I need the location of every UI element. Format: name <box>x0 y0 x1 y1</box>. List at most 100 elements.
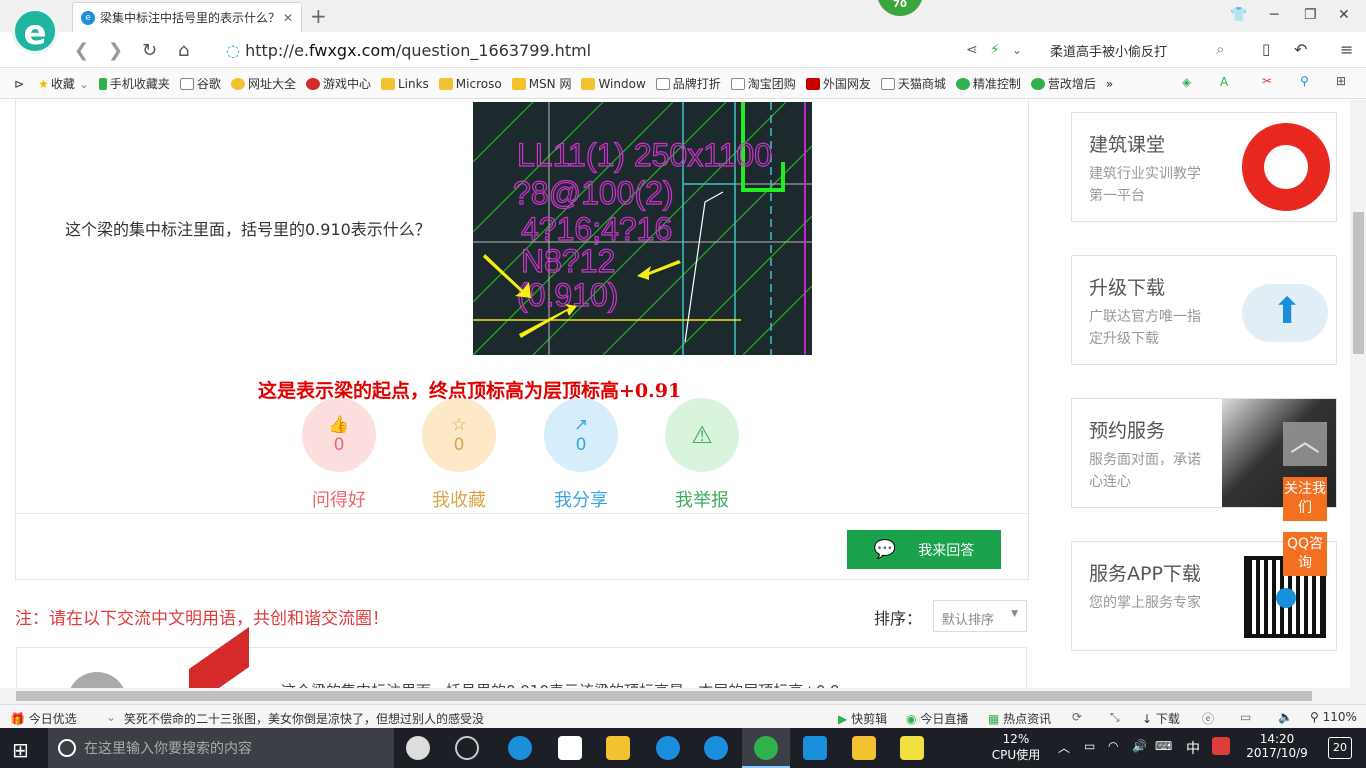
cpu-label: CPU使用 <box>991 748 1041 762</box>
bookmark-item[interactable]: 外国网友 <box>805 75 871 92</box>
bookmark-item[interactable]: ★ 收藏 ⌄ <box>38 75 89 92</box>
edge-icon[interactable] <box>508 736 532 760</box>
bookmark-item[interactable]: Links <box>380 77 429 91</box>
home-button[interactable]: ⌂ <box>178 40 189 61</box>
windows-start-icon[interactable]: ⊞ <box>12 738 29 762</box>
chevron-down-icon[interactable]: ⌄ <box>1012 43 1022 57</box>
task-view-icon[interactable] <box>406 736 430 760</box>
sidebar-toggle-icon[interactable]: ⊳ <box>14 77 24 91</box>
bookmark-item[interactable]: 淘宝团购 <box>730 75 796 92</box>
scroll-thumb[interactable] <box>1353 212 1364 354</box>
close-tab-icon[interactable]: ✕ <box>283 11 293 25</box>
cad-text-line2: ?8@100(2) <box>513 175 674 211</box>
translate-icon[interactable]: A <box>1220 75 1228 89</box>
speed-icon[interactable]: ⟳ <box>1072 710 1082 724</box>
bookmark-item[interactable]: 天猫商城 <box>880 75 946 92</box>
bookmark-item[interactable]: Microso <box>438 77 502 91</box>
active-browser-taskbar-item[interactable] <box>742 728 790 768</box>
volume-icon[interactable]: 🔊 <box>1132 739 1147 753</box>
vertical-scrollbar[interactable] <box>1350 100 1366 688</box>
phone-icon[interactable]: ▯ <box>1262 40 1270 58</box>
lightning-icon[interactable]: ⚡ <box>990 42 1000 58</box>
shirt-icon[interactable]: 👕 <box>1230 7 1247 23</box>
cpu-usage[interactable]: 12% CPU使用 <box>990 732 1042 763</box>
browser-tab[interactable]: e 梁集中标注中括号里的表示什么？ ✕ <box>72 2 302 32</box>
sidebar-card-download[interactable]: 升级下载 广联达官方唯一指定升级下载 ⬆ <box>1071 255 1337 365</box>
new-tab-button[interactable]: + <box>310 4 327 28</box>
scissors-icon[interactable]: ✂ <box>1262 74 1272 88</box>
horizontal-scrollbar[interactable] <box>0 688 1366 704</box>
sort-select[interactable]: 默认排序 ▼ <box>933 600 1027 632</box>
share-icon[interactable]: ⋖ <box>966 42 978 58</box>
browser-g-icon[interactable] <box>704 736 728 760</box>
battery-icon[interactable]: ▭ <box>1084 739 1095 753</box>
downloads[interactable]: ↓ 下载 <box>1142 710 1180 727</box>
avatar[interactable] <box>67 672 127 688</box>
zoom-level[interactable]: ⚲ 110% <box>1310 710 1357 724</box>
bookmark-item[interactable]: 品牌打折 <box>655 75 721 92</box>
bookmark-item[interactable]: MSN 网 <box>511 75 571 92</box>
apps-icon[interactable]: ⊞ <box>1336 74 1346 88</box>
menu-icon[interactable]: ≡ <box>1340 40 1353 59</box>
sidebar-card-classroom[interactable]: 建筑课堂 建筑行业实训教学第一平台 <box>1071 112 1337 222</box>
today-picks[interactable]: 🎁 今日优选 <box>10 710 77 727</box>
cad-drawing-image[interactable]: LL11(1) 250x1100 ?8@100(2) 4?16;4?16 N8?… <box>473 102 812 355</box>
ime-indicator[interactable]: 中 <box>1186 738 1200 758</box>
cortana-search[interactable]: 在这里输入你要搜索的内容 🎤 <box>48 728 429 768</box>
back-button[interactable]: ❮ <box>74 40 89 61</box>
notification-badge[interactable]: 70 <box>877 0 923 16</box>
warning-badge: ⚠ <box>665 398 739 472</box>
share-button[interactable]: ↗ 0 我分享 <box>544 398 618 512</box>
refresh-button[interactable]: ↻ <box>142 40 157 61</box>
store-icon[interactable] <box>558 736 582 760</box>
news-ticker[interactable]: 笑死不偿命的二十三张图，美女你倒是凉快了，但想过别人的感受没 <box>124 710 484 727</box>
app-plus-icon[interactable] <box>803 736 827 760</box>
search-icon[interactable]: ⌕ <box>1216 40 1224 58</box>
close-window-button[interactable]: ✕ <box>1338 7 1350 23</box>
ie-icon[interactable] <box>656 736 680 760</box>
notification-center[interactable]: 20 <box>1328 737 1352 759</box>
search-input[interactable]: 柔道高手被小偷反打 <box>1050 41 1167 60</box>
minimize-button[interactable]: ─ <box>1270 7 1278 23</box>
reply-button[interactable]: 💬 我来回答 <box>847 530 1001 569</box>
undo-icon[interactable]: ↶ <box>1294 40 1307 59</box>
bookmark-item[interactable]: 精准控制 <box>955 75 1021 92</box>
shield-icon[interactable]: ◈ <box>1182 75 1191 89</box>
scroll-thumb[interactable] <box>16 691 1312 701</box>
qq-consult-button[interactable]: QQ咨询 <box>1283 532 1327 576</box>
search-icon[interactable]: ⚲ <box>1300 74 1309 88</box>
bookmark-item[interactable]: 谷歌 <box>179 75 221 92</box>
help-icon[interactable] <box>900 736 924 760</box>
speaker-icon[interactable]: 🔈 <box>1278 710 1293 724</box>
url-field[interactable]: ◌ http://e.fwxgx.com/question_1663799.ht… <box>226 41 591 60</box>
file-explorer-icon[interactable] <box>606 736 630 760</box>
keyboard-icon[interactable]: ⌨ <box>1155 739 1172 753</box>
forward-button[interactable]: ❯ <box>108 40 123 61</box>
cursor-icon[interactable]: ⤡ <box>1110 710 1120 725</box>
favorite-button[interactable]: ☆ 0 我收藏 <box>422 398 496 512</box>
bookmark-item[interactable]: 手机收藏夹 <box>98 75 170 92</box>
wifi-icon[interactable]: ◠ <box>1108 739 1118 753</box>
follow-us-button[interactable]: 关注我们 <box>1283 477 1327 521</box>
notes-icon[interactable] <box>852 736 876 760</box>
browser-logo[interactable]: e <box>12 8 58 54</box>
window-icon[interactable]: ▭ <box>1240 710 1251 724</box>
clock[interactable]: 14:20 2017/10/9 <box>1244 732 1310 760</box>
bookmark-item[interactable]: 网址大全 <box>230 75 296 92</box>
sogou-icon[interactable] <box>1212 737 1230 755</box>
quick-cut[interactable]: ▶ 快剪辑 <box>838 710 887 727</box>
browser-icon[interactable]: ⓔ <box>1202 710 1214 727</box>
bookmark-item[interactable]: 营改增后 <box>1030 75 1096 92</box>
maximize-button[interactable]: ❐ <box>1304 7 1317 23</box>
bookmark-item[interactable]: 游戏中心 <box>305 75 371 92</box>
app-swirl-icon[interactable] <box>455 736 479 760</box>
back-to-top-button[interactable]: ︿ <box>1283 422 1327 466</box>
good-question-button[interactable]: 👍 0 问得好 <box>302 398 376 512</box>
report-button[interactable]: ⚠ 我举报 <box>665 398 739 512</box>
live[interactable]: ◉ 今日直播 <box>906 710 968 727</box>
more-bookmarks-icon[interactable]: » <box>1106 77 1113 91</box>
hot-news[interactable]: ▦ 热点资讯 <box>988 710 1051 727</box>
bookmark-item[interactable]: Window <box>581 77 646 91</box>
chevron-up-icon[interactable]: ︿ <box>1058 739 1070 756</box>
star-icon: ☆ <box>451 415 467 435</box>
